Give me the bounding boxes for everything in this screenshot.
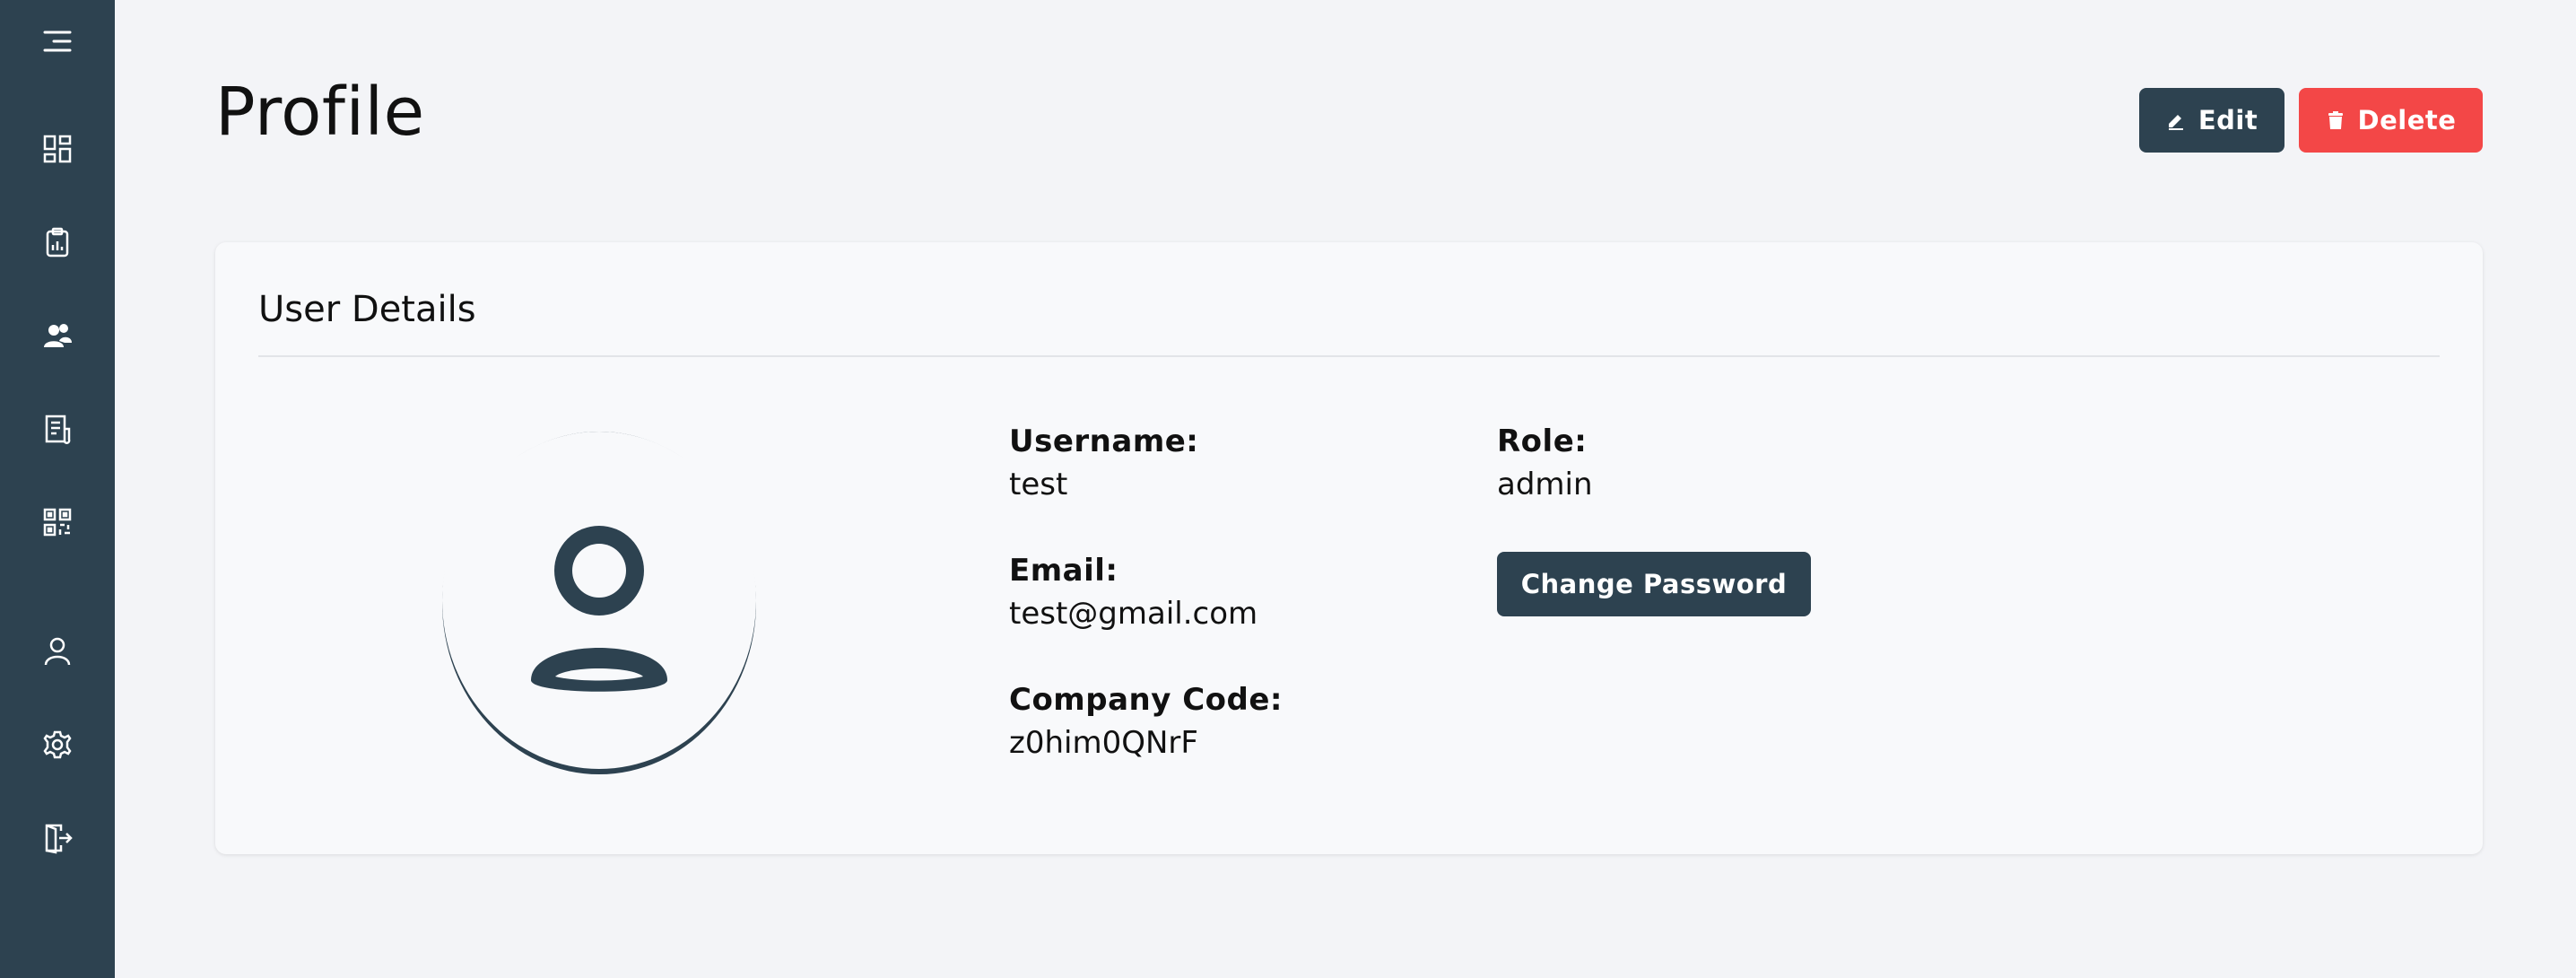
delete-button-label: Delete bbox=[2357, 105, 2457, 135]
qr-code-icon bbox=[43, 508, 72, 537]
sidebar-item-settings[interactable] bbox=[0, 716, 115, 773]
sidebar-item-users[interactable] bbox=[0, 307, 115, 364]
username-label: Username: bbox=[1009, 424, 1199, 459]
dashboard-icon bbox=[43, 135, 72, 163]
user-icon bbox=[44, 637, 71, 666]
edit-button-label: Edit bbox=[2197, 105, 2258, 135]
document-icon bbox=[45, 415, 71, 444]
page-title: Profile bbox=[215, 74, 425, 151]
clipboard-chart-icon bbox=[46, 227, 69, 258]
users-icon bbox=[44, 324, 72, 347]
trash-icon bbox=[2328, 111, 2343, 129]
delete-button[interactable]: Delete bbox=[2299, 88, 2483, 153]
menu-icon bbox=[43, 31, 72, 52]
email-value: test@gmail.com bbox=[1009, 596, 1258, 632]
edit-button[interactable]: Edit bbox=[2139, 88, 2284, 153]
change-password-button[interactable]: Change Password bbox=[1497, 552, 1811, 616]
logout-icon bbox=[45, 824, 73, 854]
company-code-label: Company Code: bbox=[1009, 682, 1284, 718]
user-details-card: User Details Username: test Email: test@… bbox=[215, 242, 2483, 854]
card-title: User Details bbox=[258, 289, 476, 330]
role-value: admin bbox=[1497, 467, 1593, 502]
gear-icon bbox=[43, 730, 72, 759]
role-label: Role: bbox=[1497, 424, 1588, 459]
pencil-icon bbox=[2168, 115, 2183, 130]
sidebar-item-dashboard[interactable] bbox=[0, 120, 115, 178]
company-code-value: z0him0QNrF bbox=[1009, 725, 1198, 761]
sidebar bbox=[0, 0, 115, 978]
main-content: Profile Edit Delete User Details Usernam… bbox=[115, 0, 2576, 978]
user-avatar-icon bbox=[442, 432, 756, 774]
sidebar-item-qr[interactable] bbox=[0, 493, 115, 551]
sidebar-item-reports[interactable] bbox=[0, 214, 115, 271]
menu-button[interactable] bbox=[0, 13, 115, 70]
card-divider bbox=[258, 355, 2440, 357]
email-label: Email: bbox=[1009, 553, 1118, 589]
sidebar-item-documents[interactable] bbox=[0, 400, 115, 458]
sidebar-item-logout[interactable] bbox=[0, 809, 115, 867]
sidebar-item-profile[interactable] bbox=[0, 623, 115, 680]
username-value: test bbox=[1009, 467, 1068, 502]
